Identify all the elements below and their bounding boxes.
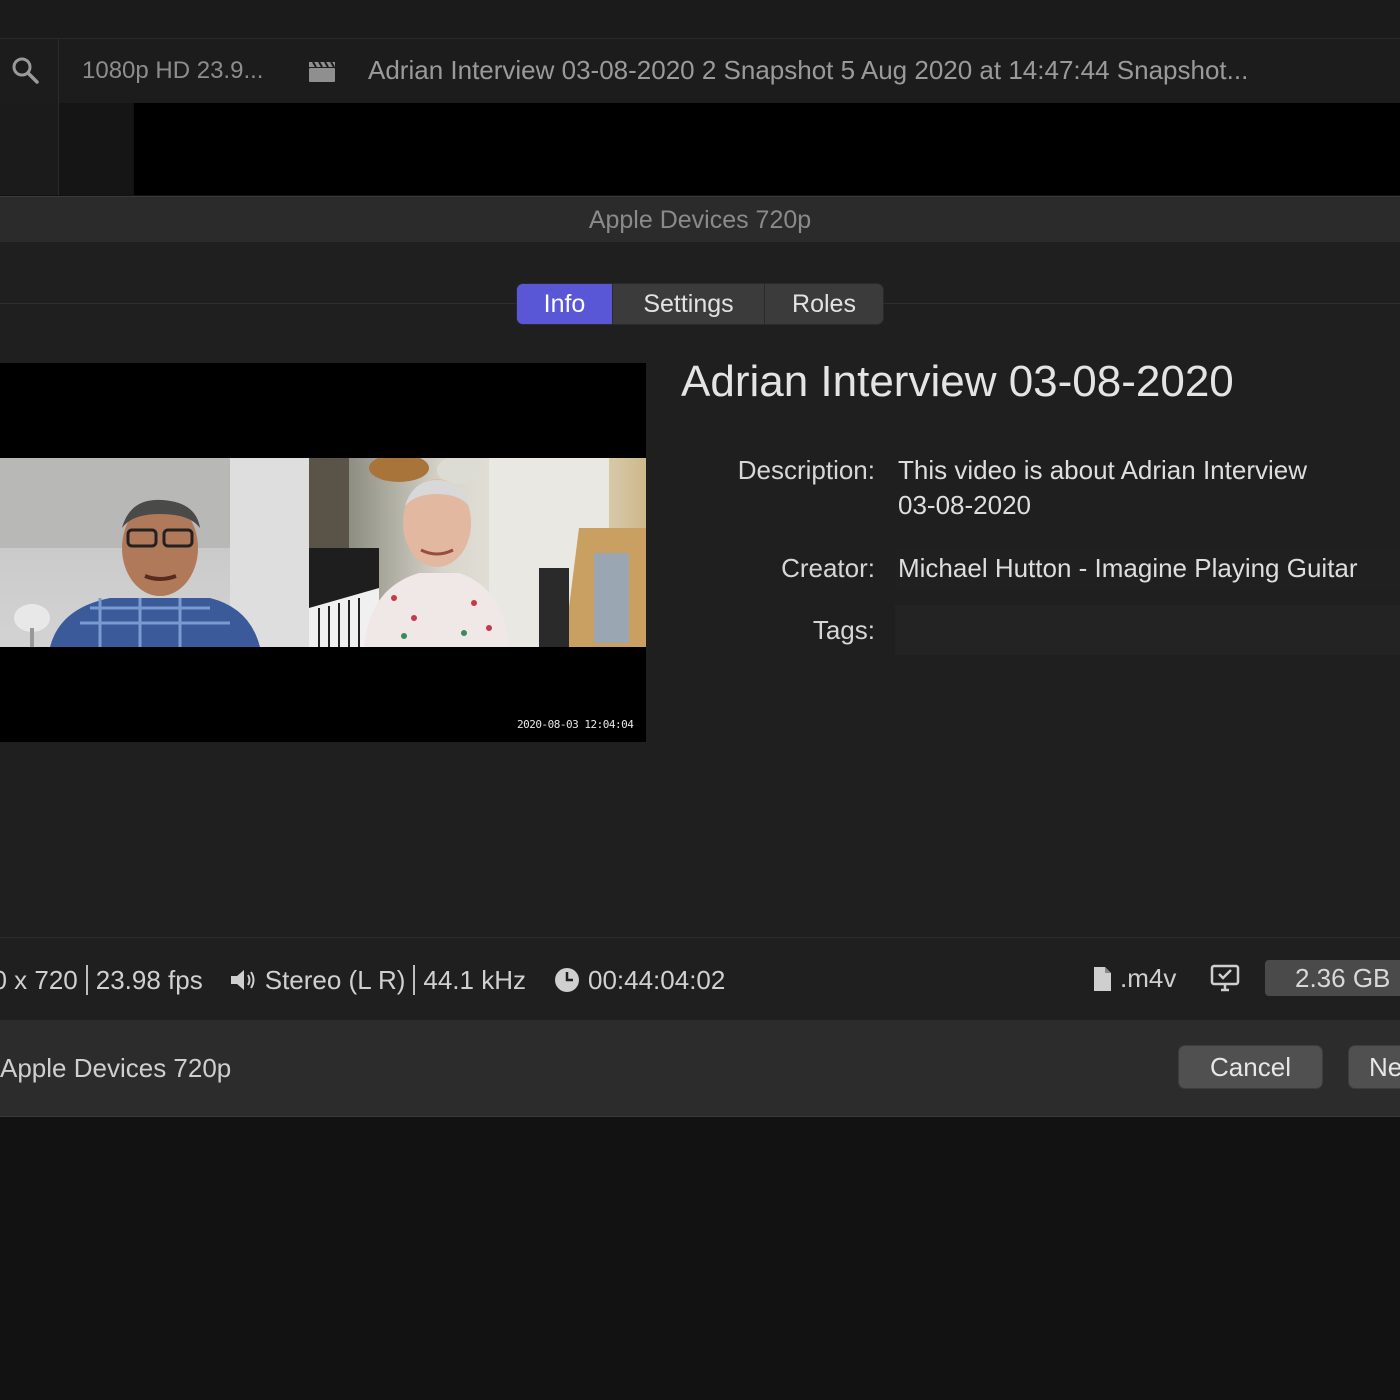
duration-value: 00:44:04:02 [587,964,726,995]
file-type: .m4v [1092,963,1176,994]
document-icon [1094,966,1111,991]
creator-label: Creator: [781,553,875,583]
display-icon [1210,964,1240,999]
tags-field[interactable] [895,605,1400,655]
tags-label: Tags: [812,615,875,645]
clip-heading: Adrian Interview 03-08-2020 [681,357,1234,406]
audio-value: Stereo (L R) [264,964,406,995]
sample-rate-value: 44.1 kHz [423,964,526,995]
search-button[interactable] [0,39,59,103]
format-label: 1080p HD 23.9... [82,57,264,84]
dialog-title: Apple Devices 720p [588,206,812,234]
fps-value: 23.98 fps [95,964,203,995]
search-icon [12,57,39,84]
description-label: Description: [737,455,875,485]
output-summary: 80 x 720 23.98 fps Stereo (L R) 44.1 kHz… [0,963,725,997]
filmstrip[interactable] [134,103,1400,195]
extension-value: .m4v [1120,963,1177,993]
clip-title: Adrian Interview 03-08-2020 2 Snapshot 5… [368,55,1249,85]
resolution-value: 80 x 720 [0,964,78,995]
tab-segmented-control: Info Settings Roles [517,284,883,324]
destination-preset: Apple Devices 720p [0,1053,232,1083]
description-line-2[interactable]: 03-08-2020 [898,490,1031,521]
tab-roles[interactable]: Roles [765,284,883,324]
next-button[interactable]: Next... [1349,1046,1400,1088]
cancel-button[interactable]: Cancel [1179,1046,1322,1088]
tab-info[interactable]: Info [517,284,613,324]
creator-value[interactable]: Michael Hutton - Imagine Playing Guitar [898,553,1358,584]
separator [85,965,88,995]
file-size-badge: 2.36 GB [1265,960,1400,996]
filmstrip-thumb[interactable] [59,103,133,195]
filmstrip-left [0,103,59,195]
status-divider [0,937,1400,938]
top-strip [0,0,1400,39]
separator [413,965,416,995]
tab-settings[interactable]: Settings [613,284,765,324]
description-line-1[interactable]: This video is about Adrian Interview [898,455,1307,486]
speaker-icon [230,970,255,990]
clapperboard-icon [307,58,337,89]
clock-icon [554,968,579,992]
video-timestamp: 2020-08-03 12:04:04 [517,718,634,731]
